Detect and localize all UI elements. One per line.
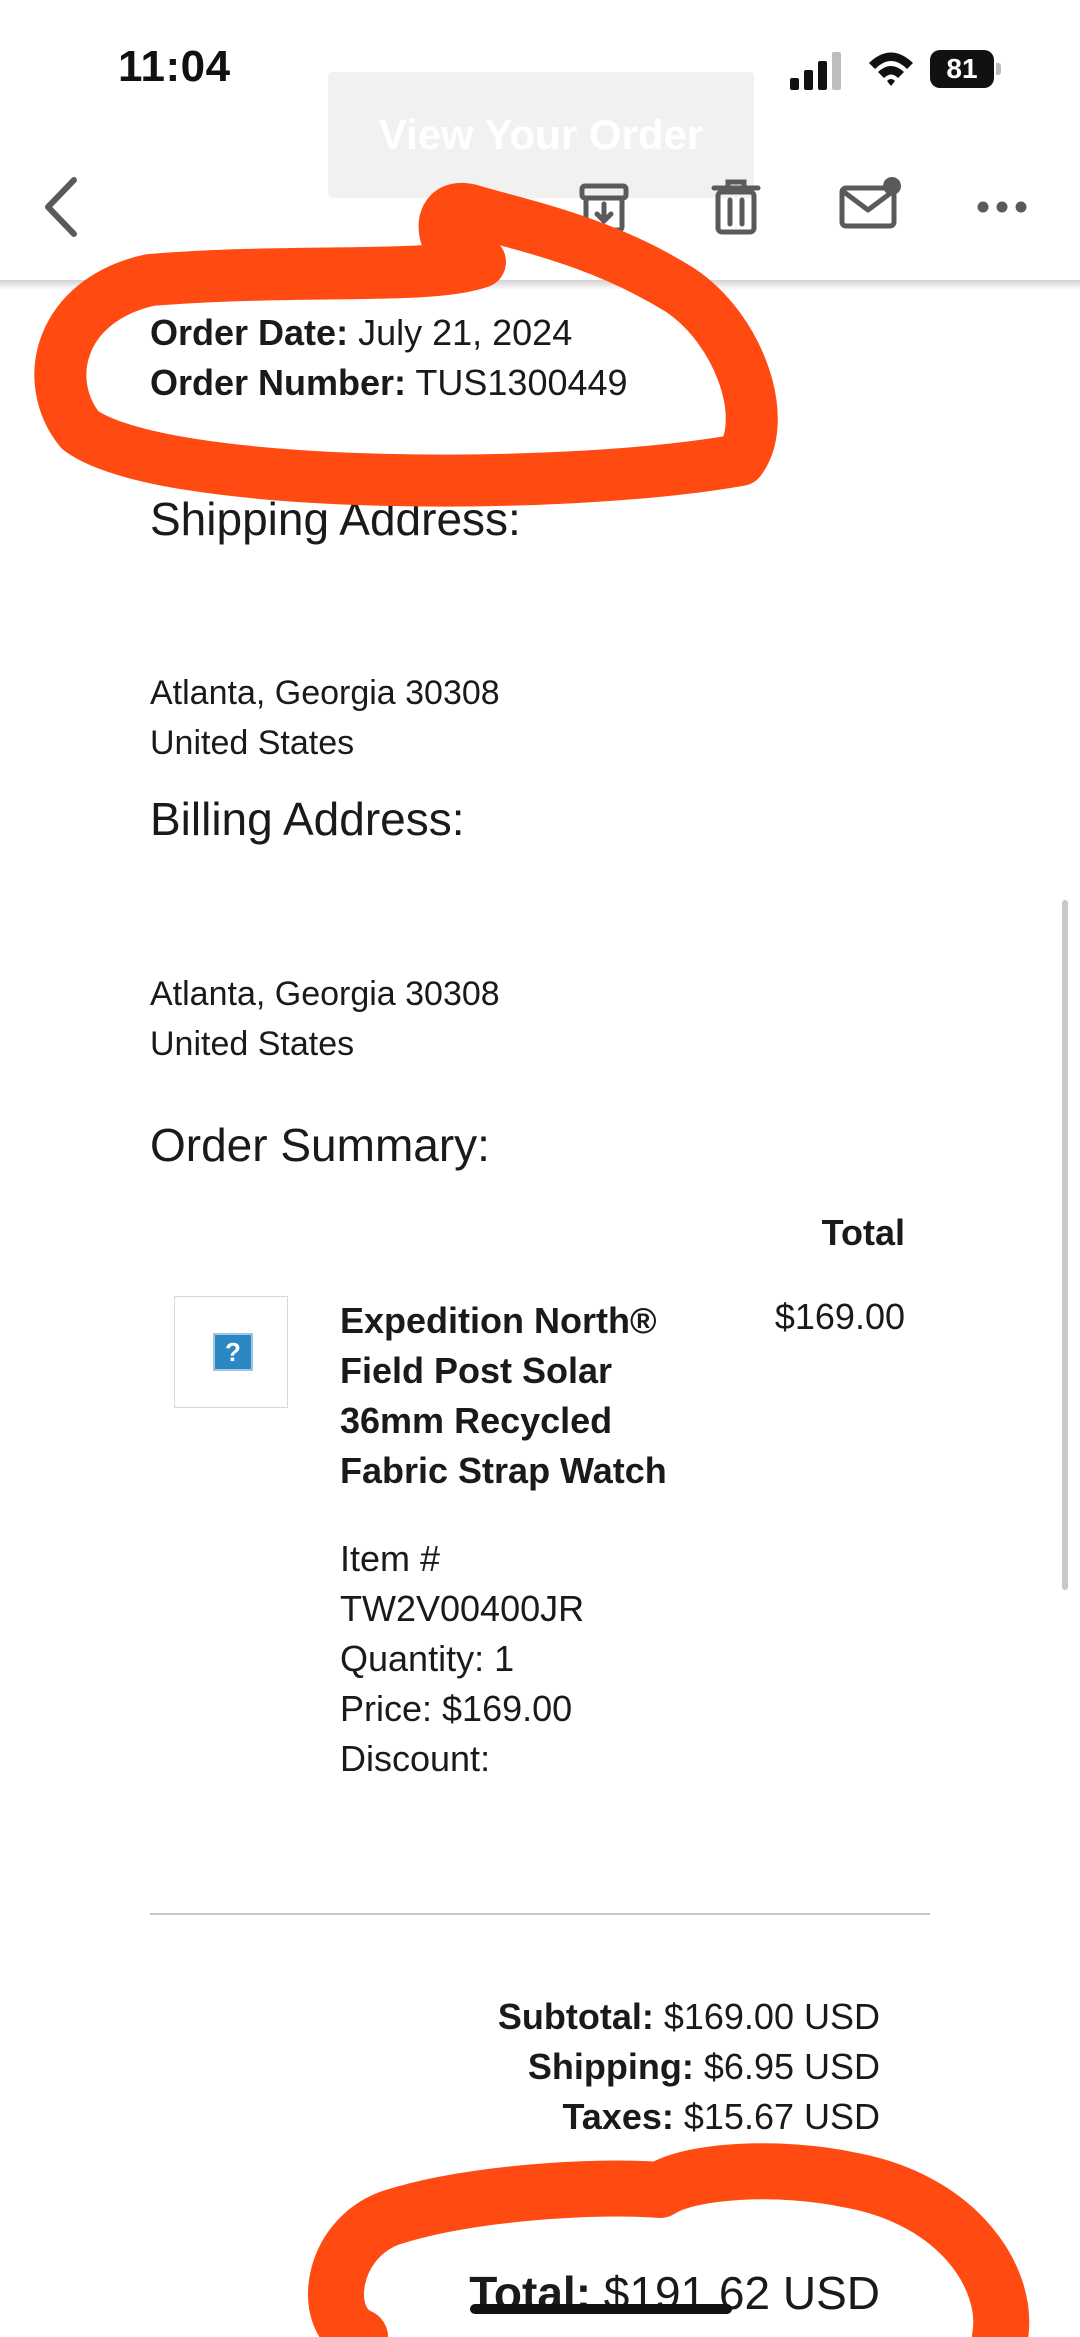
archive-icon[interactable]: [576, 180, 632, 236]
taxes-label: Taxes:: [562, 2096, 674, 2137]
order-date: Order Date: July 21, 2024: [150, 312, 572, 354]
shipping-value: $6.95 USD: [693, 2046, 880, 2087]
battery-indicator: 81: [930, 50, 1004, 90]
item-number-label: Item #: [340, 1538, 441, 1579]
item-number: TW2V00400JR: [340, 1588, 585, 1629]
view-order-header-button: View Your Order: [328, 72, 754, 198]
product-line-total: $169.00: [774, 1296, 905, 1337]
broken-image-icon: ?: [213, 1333, 253, 1371]
item-quantity: Quantity: 1: [340, 1638, 515, 1679]
summary-divider: [150, 1913, 930, 1915]
home-indicator[interactable]: [470, 2304, 732, 2314]
battery-level: 81: [930, 50, 994, 88]
product-name: Expedition North® Field Post Solar 36mm …: [340, 1300, 667, 1491]
billing-address-heading: Billing Address:: [150, 793, 465, 845]
shipping-address-line1: Atlanta, Georgia 30308: [150, 674, 500, 712]
item-discount: Discount:: [340, 1738, 491, 1779]
trash-icon[interactable]: [710, 178, 762, 236]
more-icon[interactable]: [976, 196, 1028, 218]
order-date-label: Order Date:: [150, 312, 349, 353]
shipping-address-line2: United States: [150, 724, 355, 762]
subtotal-value: $169.00 USD: [653, 1996, 880, 2037]
order-summary-heading: Order Summary:: [150, 1119, 490, 1171]
order-number: Order Number: TUS1300449: [150, 362, 628, 404]
total-column-header: Total: [821, 1212, 905, 1253]
chevron-left-icon[interactable]: [40, 176, 82, 238]
subtotal-row: Subtotal: $169.00 USD: [300, 1996, 880, 2038]
taxes-row: Taxes: $15.67 USD: [300, 2096, 880, 2138]
cellular-signal-icon: [790, 52, 841, 90]
billing-address-line1: Atlanta, Georgia 30308: [150, 975, 500, 1013]
status-time: 11:04: [118, 42, 231, 91]
wifi-icon: [869, 52, 913, 86]
subtotal-label: Subtotal:: [497, 1996, 654, 2037]
shipping-row: Shipping: $6.95 USD: [300, 2046, 880, 2088]
billing-address-line2: United States: [150, 1025, 355, 1063]
battery-tip: [996, 63, 1001, 75]
item-price: Price: $169.00: [340, 1688, 573, 1729]
toolbar-divider: [0, 280, 1080, 290]
order-number-value: TUS1300449: [406, 362, 628, 403]
mail-unread-icon[interactable]: [838, 176, 904, 232]
order-date-value: July 21, 2024: [348, 312, 573, 353]
shipping-label: Shipping:: [527, 2046, 694, 2087]
taxes-value: $15.67 USD: [673, 2096, 880, 2137]
shipping-address-heading: Shipping Address:: [150, 493, 521, 545]
item-details: Item # TW2V00400JR Quantity: 1 Price: $1…: [340, 1534, 584, 1784]
order-number-label: Order Number:: [150, 362, 407, 403]
product-image-placeholder[interactable]: ?: [174, 1296, 288, 1408]
scrollbar[interactable]: [1062, 900, 1068, 1590]
